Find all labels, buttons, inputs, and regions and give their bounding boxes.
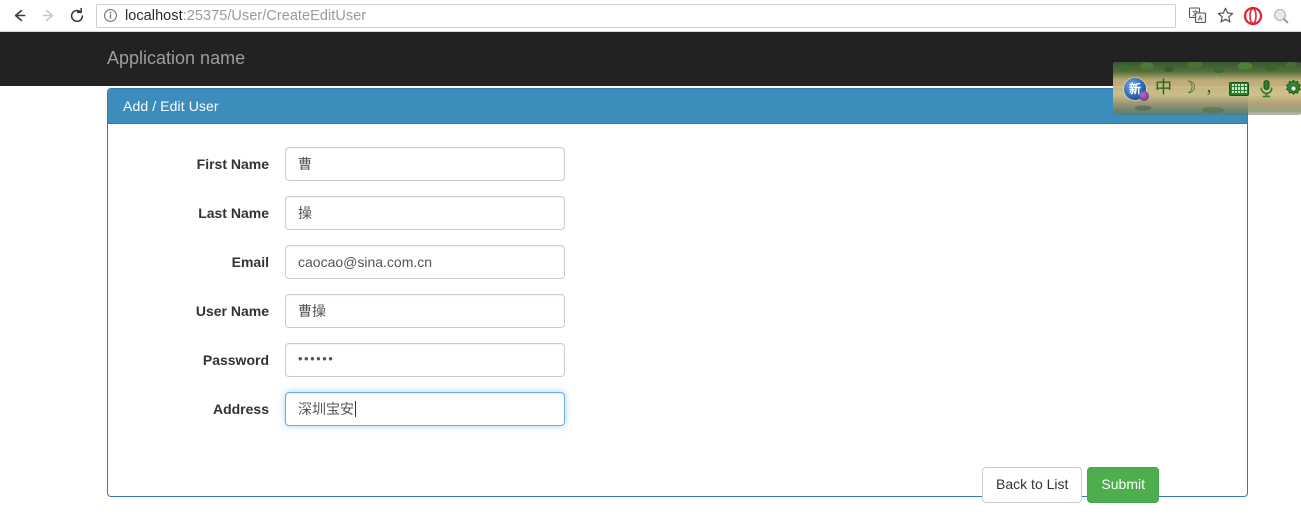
keyboard-icon	[1229, 81, 1250, 96]
input-user-name[interactable]	[285, 294, 565, 328]
ime-voice-input-button[interactable]	[1258, 78, 1275, 100]
password-masked-value: ••••••	[298, 351, 335, 366]
input-address[interactable]: 深圳宝安	[285, 392, 565, 426]
input-first-name[interactable]	[285, 147, 565, 181]
text-caret	[355, 401, 356, 417]
ime-soft-keyboard-button[interactable]	[1229, 78, 1250, 100]
arrow-right-icon	[42, 9, 53, 22]
opera-menu-button[interactable]	[1240, 3, 1266, 29]
forward-button[interactable]	[35, 3, 61, 29]
punctuation-icon: ，	[1205, 79, 1221, 97]
label-email: Email	[231, 254, 269, 270]
form-row-user-name: User Name	[108, 294, 565, 328]
label-user-name: User Name	[195, 303, 269, 319]
gear-icon	[1286, 79, 1301, 95]
app-brand[interactable]: Application name	[107, 48, 245, 69]
label-last-name: Last Name	[198, 205, 269, 221]
ime-icon-row: 新 中 ☽ ，	[1113, 62, 1301, 115]
address-value: 深圳宝安	[298, 401, 354, 417]
reload-button[interactable]	[64, 3, 90, 29]
chinese-mode-icon: 中	[1155, 78, 1172, 98]
form-row-last-name: Last Name	[108, 196, 565, 230]
star-icon	[1217, 7, 1233, 23]
input-last-name[interactable]	[285, 196, 565, 230]
form-row-address: Address 深圳宝安	[108, 392, 565, 426]
browser-action-icons: 文 A	[1184, 3, 1301, 29]
search-button[interactable]	[1268, 3, 1294, 29]
translate-button[interactable]: 文 A	[1184, 3, 1210, 29]
svg-text:A: A	[1198, 14, 1203, 22]
panel-heading: Add / Edit User	[108, 89, 1247, 124]
translate-icon: 文 A	[1188, 7, 1206, 24]
browser-nav-buttons	[0, 3, 90, 29]
app-navbar: Application name	[0, 32, 1301, 86]
label-address: Address	[212, 401, 269, 417]
back-to-list-button[interactable]: Back to List	[982, 467, 1083, 503]
label-first-name: First Name	[196, 156, 269, 172]
ime-toolbar[interactable]: 新 中 ☽ ，	[1113, 62, 1301, 115]
ime-logo-button[interactable]: 新	[1124, 77, 1149, 101]
url-path: :25375/User/CreateEditUser	[182, 7, 367, 24]
back-button[interactable]	[6, 3, 32, 29]
address-bar[interactable]: localhost:25375/User/CreateEditUser	[96, 3, 1176, 28]
panel-body: First Name Last Name Email User Name Pas…	[108, 124, 1247, 503]
ime-punctuation-button[interactable]: ，	[1205, 78, 1220, 100]
input-email[interactable]	[285, 245, 565, 279]
browser-toolbar: localhost:25375/User/CreateEditUser 文 A	[0, 0, 1301, 32]
ime-settings-button[interactable]	[1284, 78, 1301, 100]
url-text: localhost:25375/User/CreateEditUser	[125, 8, 366, 24]
opera-logo-icon	[1243, 6, 1263, 25]
url-host: localhost	[125, 7, 183, 24]
form-row-password: Password ••••••	[108, 343, 565, 377]
microphone-icon	[1260, 80, 1273, 98]
info-circle-icon[interactable]	[103, 8, 118, 23]
ime-character-width-button[interactable]: ☽	[1181, 78, 1196, 100]
add-edit-user-panel: Add / Edit User First Name Last Name Ema…	[107, 88, 1248, 503]
arrow-left-icon	[14, 9, 25, 22]
label-password: Password	[202, 352, 269, 368]
search-icon	[1273, 8, 1289, 23]
form-row-email: Email	[108, 245, 565, 279]
sogou-logo-icon: 新	[1124, 77, 1149, 101]
panel-title: Add / Edit User	[123, 98, 219, 114]
half-width-moon-icon: ☽	[1181, 78, 1197, 98]
submit-button[interactable]: Submit	[1087, 467, 1159, 503]
input-password[interactable]: ••••••	[285, 343, 565, 377]
ime-language-mode-button[interactable]: 中	[1155, 78, 1172, 100]
form-row-first-name: First Name	[108, 147, 565, 181]
bookmark-button[interactable]	[1212, 3, 1238, 29]
form-actions: Back to List Submit	[108, 467, 1247, 503]
reload-icon	[70, 7, 84, 22]
